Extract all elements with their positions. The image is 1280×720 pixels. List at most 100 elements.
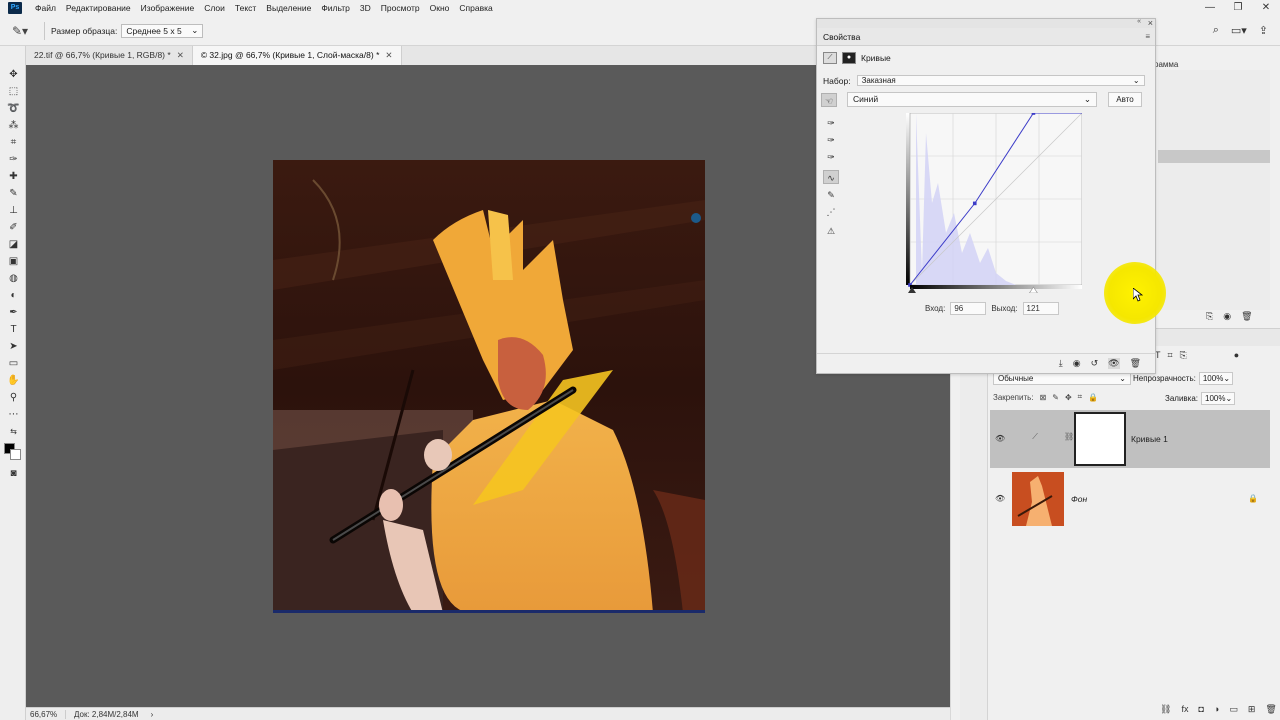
black-point-eyedropper-icon[interactable]: ✑	[823, 116, 839, 130]
zoom-tool-icon[interactable]: ⚲	[6, 391, 21, 405]
mask-icon[interactable]: ●	[842, 52, 856, 64]
menu-image[interactable]: Изображение	[136, 3, 200, 13]
lock-transparency-icon[interactable]: ⊠	[1040, 393, 1047, 402]
smooth-curve-icon[interactable]: ⋰	[823, 205, 839, 219]
dodge-tool-icon[interactable]: ◐	[6, 289, 21, 303]
close-icon[interactable]: ×	[1148, 18, 1153, 28]
curves-adjustment-icon[interactable]: ⟋	[1028, 432, 1042, 444]
history-tab-label[interactable]: рамма	[1154, 60, 1178, 69]
brush-tool-icon[interactable]: ✎	[6, 187, 21, 201]
healing-brush-tool-icon[interactable]: ✚	[6, 170, 21, 184]
group-icon[interactable]: ▭	[1229, 704, 1238, 715]
eyedropper-tool-icon[interactable]: ✎▾	[12, 24, 38, 38]
workspace-icon[interactable]: ▭▾	[1231, 24, 1247, 37]
clip-to-layer-icon[interactable]: ⤓	[1059, 358, 1063, 369]
shape-tool-icon[interactable]: ▭	[6, 357, 21, 371]
sample-size-select[interactable]: Среднее 5 х 5 ⌄	[121, 23, 204, 38]
pen-tool-icon[interactable]: ✒	[6, 306, 21, 320]
targeted-adjustment-icon[interactable]: ☜	[821, 92, 837, 107]
shape-filter-icon[interactable]: ⌗	[1168, 350, 1173, 361]
output-field[interactable]: 121	[1022, 302, 1059, 315]
blur-tool-icon[interactable]: ◍	[6, 272, 21, 286]
menu-layers[interactable]: Слои	[199, 3, 230, 13]
maximize-button[interactable]: ❐	[1224, 0, 1252, 16]
zoom-level[interactable]: 66,67%	[26, 709, 66, 719]
eraser-tool-icon[interactable]: ◪	[6, 238, 21, 252]
crop-tool-icon[interactable]: ⌗	[6, 136, 21, 150]
panel-title[interactable]: Свойства	[823, 32, 860, 42]
lasso-tool-icon[interactable]: ➰	[6, 102, 21, 116]
filter-toggle-icon[interactable]: ●	[1234, 350, 1239, 361]
menu-file[interactable]: Файл	[30, 3, 61, 13]
minimize-button[interactable]: —	[1196, 0, 1224, 16]
share-icon[interactable]: ⇪	[1259, 24, 1268, 37]
toggle-visibility-icon[interactable]: 👁	[1108, 358, 1120, 369]
collapse-icon[interactable]: «	[1137, 18, 1141, 25]
document-image[interactable]	[273, 160, 705, 613]
layer-row-curves[interactable]: 👁 ⟋ ⛓ Кривые 1	[990, 410, 1270, 468]
tab-32-jpg[interactable]: © 32.jpg @ 66,7% (Кривые 1, Слой-маска/8…	[192, 46, 402, 65]
preset-select[interactable]: Заказная ⌄	[856, 75, 1145, 86]
layer-style-icon[interactable]: fx	[1181, 704, 1188, 715]
trash-icon[interactable]: 🗑	[1265, 704, 1276, 715]
lock-all-icon[interactable]: 🔒	[1088, 393, 1098, 402]
menu-type[interactable]: Текст	[230, 3, 261, 13]
close-icon[interactable]: ✕	[177, 50, 184, 60]
add-mask-icon[interactable]: ◘	[1198, 704, 1203, 715]
tab-22-tif[interactable]: 22.tif @ 66,7% (Кривые 1, RGB/8) * ✕	[26, 46, 193, 65]
snapshot-icon[interactable]: ◉	[1223, 311, 1231, 322]
menu-window[interactable]: Окно	[425, 3, 455, 13]
lock-artboard-icon[interactable]: ⌗	[1078, 392, 1083, 402]
layer-row-background[interactable]: 👁 Фон 🔒	[990, 470, 1270, 528]
opacity-field[interactable]: 100% ⌄	[1198, 372, 1233, 385]
layer-name[interactable]: Кривые 1	[1131, 434, 1168, 444]
gray-point-eyedropper-icon[interactable]: ✑	[823, 133, 839, 147]
search-icon[interactable]: ⌕	[1213, 24, 1219, 37]
layer-thumbnail[interactable]	[1012, 472, 1064, 526]
visibility-eye-icon[interactable]: 👁	[995, 434, 1005, 443]
lock-position-icon[interactable]: ✥	[1065, 393, 1072, 402]
smart-object-filter-icon[interactable]: ⎘	[1180, 350, 1187, 361]
trash-icon[interactable]: 🗑	[1130, 358, 1141, 369]
layer-name[interactable]: Фон	[1071, 494, 1087, 504]
menu-view[interactable]: Просмотр	[376, 3, 425, 13]
new-document-from-state-icon[interactable]: ⎘	[1206, 311, 1213, 322]
stamp-tool-icon[interactable]: ⊥	[6, 204, 21, 218]
quick-mask-icon[interactable]: ◙	[6, 467, 21, 481]
curve-points-tool-icon[interactable]: ∿	[823, 170, 839, 184]
link-chain-icon[interactable]: ⛓	[1064, 432, 1074, 441]
auto-button[interactable]: Авто	[1108, 92, 1142, 107]
visibility-eye-icon[interactable]: 👁	[995, 494, 1005, 503]
white-point-eyedropper-icon[interactable]: ✑	[823, 150, 839, 164]
history-selected-row[interactable]	[1158, 150, 1270, 163]
new-layer-icon[interactable]: ⊞	[1248, 704, 1256, 715]
reset-icon[interactable]: ↺	[1091, 358, 1099, 369]
panel-drag-bar[interactable]: « ×	[817, 18, 1155, 28]
curve-control-point[interactable]	[972, 201, 977, 206]
chevron-right-icon[interactable]: ›	[151, 710, 154, 719]
trash-icon[interactable]: 🗑	[1241, 311, 1252, 322]
move-tool-icon[interactable]: ✥	[6, 68, 21, 82]
menu-help[interactable]: Справка	[454, 3, 497, 13]
panel-menu-icon[interactable]: ≡	[1145, 32, 1150, 41]
clipping-warning-icon[interactable]: ⚠	[823, 224, 839, 238]
input-field[interactable]: 96	[950, 302, 987, 315]
marquee-tool-icon[interactable]: ⬚	[6, 85, 21, 99]
menu-select[interactable]: Выделение	[261, 3, 316, 13]
menu-edit[interactable]: Редактирование	[61, 3, 136, 13]
close-icon[interactable]: ✕	[385, 50, 392, 60]
fill-field[interactable]: 100% ⌄	[1201, 392, 1236, 405]
channel-select[interactable]: Синий ⌄	[847, 92, 1097, 107]
curve-control-point[interactable]	[1031, 113, 1036, 115]
eyedropper-tool-icon[interactable]: ✑	[6, 153, 21, 167]
menu-filter[interactable]: Фильтр	[316, 3, 355, 13]
type-tool-icon[interactable]: T	[6, 323, 21, 337]
hand-tool-icon[interactable]: ✋	[6, 374, 21, 388]
curves-graph[interactable]	[906, 113, 1082, 293]
layer-mask-thumbnail[interactable]	[1074, 412, 1126, 466]
history-brush-tool-icon[interactable]: ✐	[6, 221, 21, 235]
link-layers-icon[interactable]: ⛓	[1160, 704, 1171, 715]
view-previous-state-icon[interactable]: ◉	[1073, 358, 1081, 369]
background-color-swatch[interactable]	[10, 449, 21, 460]
gradient-tool-icon[interactable]: ▣	[6, 255, 21, 269]
